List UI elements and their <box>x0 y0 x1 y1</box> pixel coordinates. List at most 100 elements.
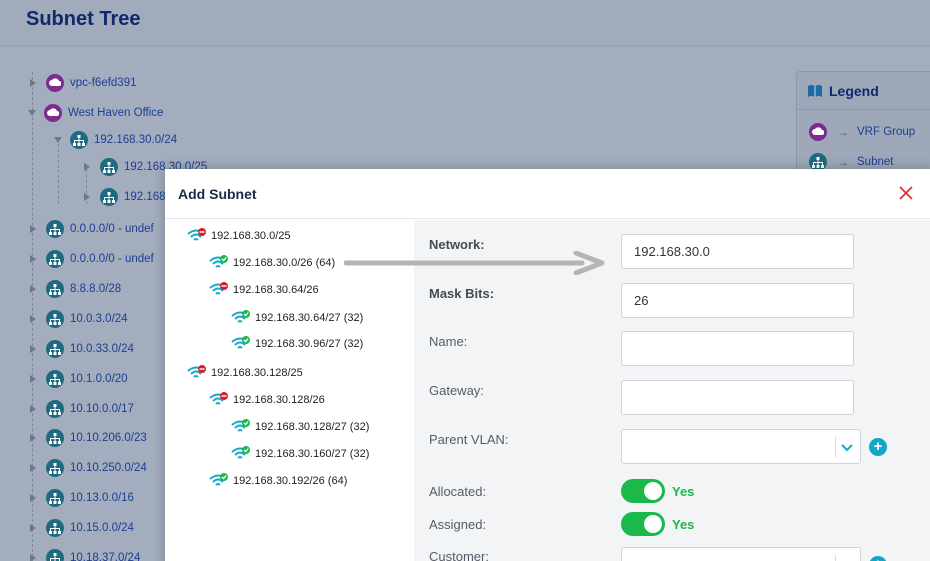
name-label: Name: <box>429 334 468 349</box>
subnet-icon <box>46 489 64 507</box>
allocated-state: Yes <box>672 484 695 499</box>
subnet-tree-item[interactable]: 192.168.30.128/27 (32) <box>231 417 369 437</box>
name-input[interactable] <box>621 331 854 366</box>
subnet-icon <box>100 158 118 176</box>
expand-caret-icon[interactable] <box>84 193 90 201</box>
tree-node-west-haven[interactable]: West Haven Office <box>28 102 163 124</box>
add-customer-button[interactable]: + <box>869 556 887 561</box>
page-header: Subnet Tree <box>0 0 930 47</box>
gateway-label: Gateway: <box>429 383 484 398</box>
assigned-state: Yes <box>672 517 695 532</box>
network-input[interactable] <box>621 234 854 269</box>
tree-node-vpc[interactable]: vpc-f6efd391 <box>30 72 137 94</box>
select-divider <box>835 437 836 458</box>
page-title: Subnet Tree <box>26 8 141 30</box>
assigned-toggle[interactable] <box>621 512 665 536</box>
subnet-tree-item[interactable]: 192.168.30.0/25 <box>187 226 291 246</box>
subnet-tree-item[interactable]: 192.168.30.64/27 (32) <box>231 308 363 328</box>
close-icon[interactable] <box>897 184 915 202</box>
expand-caret-icon[interactable] <box>30 255 36 263</box>
mask-bits-input[interactable] <box>621 283 854 318</box>
subnet-icon <box>46 220 64 238</box>
mask-bits-label: Mask Bits: <box>429 286 495 301</box>
gateway-input[interactable] <box>621 380 854 415</box>
wifi-used-icon <box>187 365 206 378</box>
subnet-icon <box>46 400 64 418</box>
allocated-toggle[interactable] <box>621 479 665 503</box>
parent-vlan-label: Parent VLAN: <box>429 432 509 447</box>
wifi-used-icon <box>187 228 206 241</box>
allocated-label: Allocated: <box>429 484 487 499</box>
assigned-label: Assigned: <box>429 517 487 532</box>
tree-node-subnet[interactable]: 10.0.33.0/24 <box>30 338 134 360</box>
legend-header: Legend <box>797 72 930 110</box>
wifi-free-icon <box>231 310 250 323</box>
tree-node-subnet[interactable]: 0.0.0.0/0 - undef <box>30 248 154 270</box>
tree-node-subnet[interactable]: 10.0.3.0/24 <box>30 308 128 330</box>
tree-node-subnet[interactable]: 10.1.0.0/20 <box>30 368 128 390</box>
subnet-icon <box>46 459 64 477</box>
tree-node-subnet[interactable]: 10.15.0.0/24 <box>30 517 134 539</box>
add-subnet-modal: Add Subnet 192.168.30.0/25 192.168.30.0/… <box>165 169 930 561</box>
subnet-icon <box>100 188 118 206</box>
expand-caret-icon[interactable] <box>30 285 36 293</box>
vrf-group-icon <box>46 74 64 92</box>
subnet-icon <box>70 131 88 149</box>
subnet-tree-item[interactable]: 192.168.30.96/27 (32) <box>231 334 363 354</box>
subnet-tree-item[interactable]: 192.168.30.0/26 (64) <box>209 253 335 273</box>
legend-title: Legend <box>829 82 879 99</box>
wifi-used-icon <box>209 392 228 405</box>
expand-caret-icon[interactable] <box>30 405 36 413</box>
subnet-icon <box>46 370 64 388</box>
subnet-form: Network: Mask Bits: Name: Gateway: Paren… <box>414 220 930 561</box>
expand-caret-icon[interactable] <box>30 464 36 472</box>
subnet-tree-item[interactable]: 192.168.30.128/26 <box>209 390 325 410</box>
wifi-free-icon <box>231 419 250 432</box>
collapse-caret-icon[interactable] <box>54 137 62 143</box>
add-vlan-button[interactable]: + <box>869 438 887 456</box>
expand-caret-icon[interactable] <box>30 345 36 353</box>
wifi-free-icon <box>231 446 250 459</box>
chevron-down-icon[interactable] <box>840 440 854 454</box>
expand-caret-icon[interactable] <box>30 375 36 383</box>
tree-node-subnet[interactable]: 192.168.30.0/24 <box>54 129 177 151</box>
tree-node-subnet[interactable]: 10.18.37.0/24 <box>30 547 140 561</box>
subnet-icon <box>46 429 64 447</box>
wifi-free-icon <box>209 255 228 268</box>
expand-caret-icon[interactable] <box>84 163 90 171</box>
tree-node-subnet[interactable]: 10.10.0.0/17 <box>30 398 134 420</box>
legend-item: → VRF Group <box>797 118 930 146</box>
toggle-knob <box>644 515 662 533</box>
subnet-tree-item[interactable]: 192.168.30.160/27 (32) <box>231 444 369 464</box>
customer-select[interactable] <box>621 547 861 561</box>
expand-caret-icon[interactable] <box>30 554 36 561</box>
subnet-icon <box>46 340 64 358</box>
vrf-group-icon <box>44 104 62 122</box>
select-divider <box>835 555 836 561</box>
expand-caret-icon[interactable] <box>30 494 36 502</box>
expand-caret-icon[interactable] <box>30 434 36 442</box>
tree-node-subnet[interactable]: 10.10.250.0/24 <box>30 457 147 479</box>
expand-caret-icon[interactable] <box>30 315 36 323</box>
expand-caret-icon[interactable] <box>30 524 36 532</box>
parent-vlan-select[interactable] <box>621 429 861 464</box>
tree-connector-line <box>58 144 59 204</box>
subnet-tree-item[interactable]: 192.168.30.64/26 <box>209 280 319 300</box>
toggle-knob <box>644 482 662 500</box>
subnet-tree-item[interactable]: 192.168.30.192/26 (64) <box>209 471 347 491</box>
expand-caret-icon[interactable] <box>30 79 36 87</box>
expand-caret-icon[interactable] <box>30 225 36 233</box>
tree-node-subnet[interactable]: 10.13.0.0/16 <box>30 487 134 509</box>
subnet-breakdown-tree: 192.168.30.0/25 192.168.30.0/26 (64) 192… <box>165 220 414 561</box>
vrf-group-icon <box>809 123 827 141</box>
arrow-right-icon: → <box>837 155 849 169</box>
tree-node-subnet[interactable]: 0.0.0.0/0 - undef <box>30 218 154 240</box>
tree-node-subnet[interactable]: 10.10.206.0/23 <box>30 427 147 449</box>
tree-node-subnet[interactable]: 8.8.8.0/28 <box>30 278 121 300</box>
wifi-used-icon <box>209 282 228 295</box>
modal-header: Add Subnet <box>165 169 930 219</box>
tree-node-subnet[interactable]: 192.168 <box>84 186 166 208</box>
wifi-free-icon <box>209 473 228 486</box>
subnet-tree-item[interactable]: 192.168.30.128/25 <box>187 363 303 383</box>
collapse-caret-icon[interactable] <box>28 110 36 116</box>
